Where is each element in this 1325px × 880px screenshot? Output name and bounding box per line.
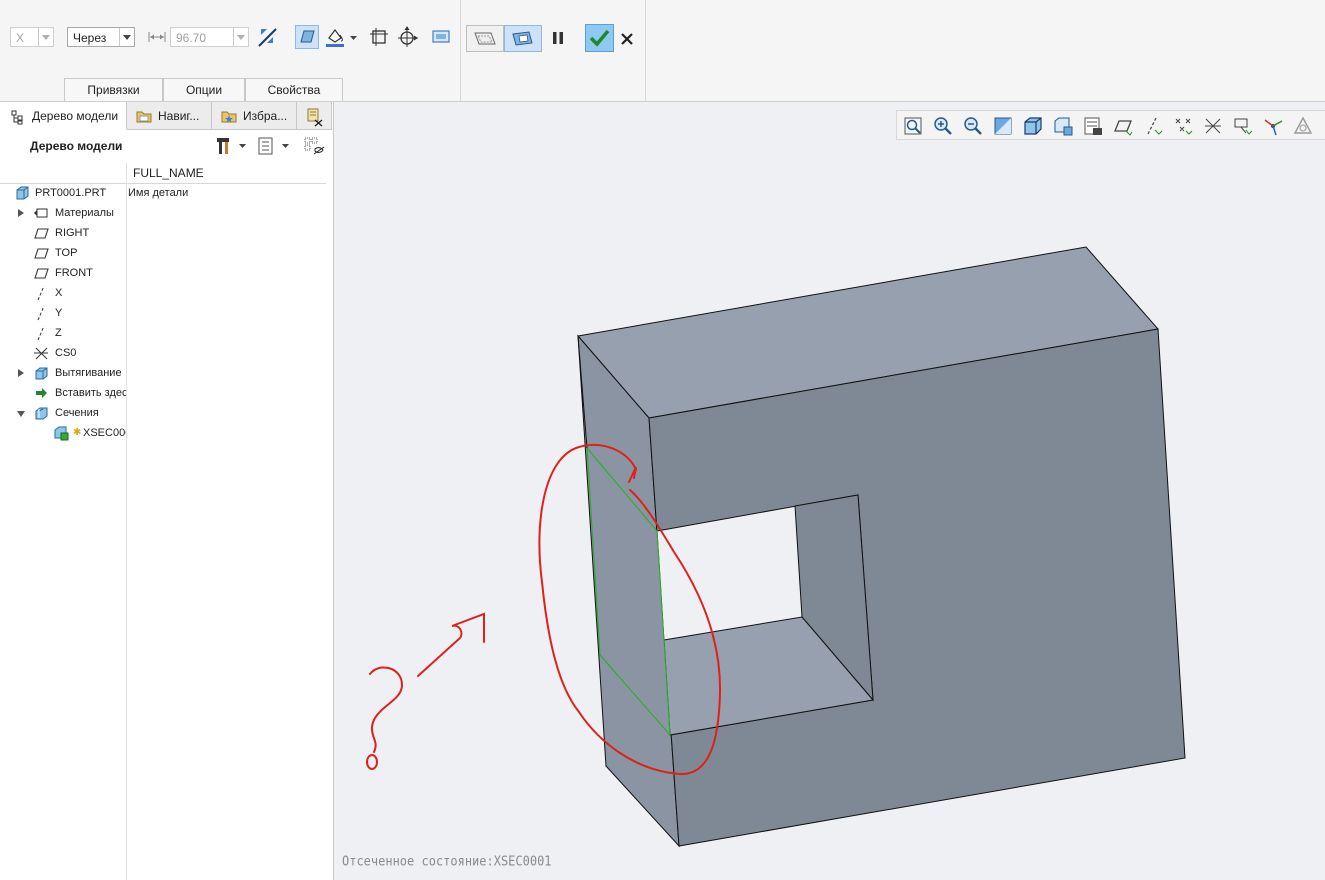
- part-icon: [16, 186, 29, 200]
- tree-item-1[interactable]: Материалы: [0, 203, 126, 223]
- chevron-down-icon: [38, 28, 53, 46]
- materials-icon: [34, 208, 48, 218]
- model-tree-panel: Дерево модели Навиг... Избра... Дерево м…: [0, 102, 334, 880]
- tree-item-7[interactable]: Z: [0, 323, 126, 343]
- expander-icon[interactable]: [18, 369, 24, 377]
- tree-item-6[interactable]: Y: [0, 303, 126, 323]
- new-feature-star-icon: ✱: [73, 427, 82, 438]
- mode-combo[interactable]: Через: [67, 27, 135, 47]
- sections-icon: [35, 407, 48, 420]
- close-icon[interactable]: [620, 32, 634, 46]
- datum-axis-icon: [37, 325, 45, 341]
- geometry-check-icon: [474, 32, 496, 45]
- expander-icon[interactable]: [17, 411, 25, 417]
- tab-navigator[interactable]: Навиг...: [127, 102, 212, 130]
- axis-combo[interactable]: X: [10, 27, 54, 47]
- tab-properties[interactable]: Свойства: [245, 78, 343, 101]
- cap-surfaces-button[interactable]: [295, 25, 319, 49]
- panel-title: Дерево модели: [30, 139, 123, 153]
- feature-preview-icon: [512, 31, 533, 46]
- model-tree-icon: [11, 110, 23, 125]
- clip-component-icon[interactable]: [368, 26, 390, 48]
- tree-item-xsec[interactable]: ✱ XSEC0001: [0, 423, 126, 443]
- tree-item-11[interactable]: Сечения: [0, 403, 126, 423]
- section-status-text: Отсеченное состояние:XSEC0001: [342, 853, 552, 869]
- cap-surface-icon: [300, 30, 315, 43]
- tree-item-5[interactable]: X: [0, 283, 126, 303]
- column-header-full-name[interactable]: FULL_NAME: [133, 166, 204, 180]
- datum-plane-icon: [34, 228, 49, 239]
- chevron-down-icon: [119, 28, 134, 46]
- tree-item-3[interactable]: TOP: [0, 243, 126, 263]
- tree-item-10[interactable]: Вставить здесь: [0, 383, 126, 403]
- preview-icon[interactable]: [430, 27, 452, 47]
- flip-direction-icon[interactable]: [255, 25, 279, 49]
- settings-tools-icon[interactable]: [213, 135, 235, 157]
- column-divider[interactable]: [126, 163, 127, 880]
- tree-item-9[interactable]: Вытягивание: [0, 363, 126, 383]
- tab-references[interactable]: Привязки: [64, 78, 163, 101]
- ribbon: X Через 96.70 Привязки Опции Свойства: [0, 0, 1325, 102]
- ok-button[interactable]: [585, 24, 614, 52]
- expander-icon[interactable]: [18, 209, 24, 217]
- tab-layers[interactable]: [297, 102, 332, 130]
- tree-item-4[interactable]: FRONT: [0, 263, 126, 283]
- tree-filters-icon[interactable]: [302, 135, 326, 159]
- chevron-down-icon[interactable]: [349, 34, 359, 42]
- datum-plane-icon: [34, 248, 49, 259]
- pause-icon[interactable]: [550, 30, 566, 46]
- tab-model-tree[interactable]: Дерево модели: [0, 102, 127, 130]
- datum-axis-icon: [37, 285, 45, 301]
- tree-item-8[interactable]: CS0: [0, 343, 126, 363]
- chevron-down-icon: [233, 28, 248, 46]
- dragger-icon[interactable]: [396, 25, 420, 49]
- tab-options[interactable]: Опции: [163, 78, 245, 101]
- feature-preview-button[interactable]: [504, 25, 542, 52]
- geometry-preview-button[interactable]: [466, 25, 504, 52]
- insert-here-icon: [36, 388, 47, 398]
- chevron-down-icon[interactable]: [281, 142, 291, 150]
- checkmark-icon: [589, 29, 610, 47]
- layers-settings-icon: [307, 108, 323, 127]
- favorites-folder-icon: [221, 111, 237, 123]
- tab-favorites[interactable]: Избра...: [212, 102, 297, 130]
- graphics-viewport[interactable]: Отсеченное состояние:XSEC0001: [334, 102, 1325, 880]
- tree-item-2[interactable]: RIGHT: [0, 223, 126, 243]
- model-canvas[interactable]: [334, 102, 1325, 880]
- offset-value-field[interactable]: 96.70: [170, 27, 249, 47]
- offset-distance-icon: [148, 32, 166, 42]
- datum-axis-icon: [37, 305, 45, 321]
- cap-color-icon[interactable]: [323, 25, 347, 49]
- chevron-down-icon[interactable]: [238, 142, 248, 150]
- tree-root-row[interactable]: PRT0001.PRT: [0, 183, 126, 203]
- coordinate-system-icon: [34, 347, 48, 360]
- root-full-name: Имя детали: [128, 187, 189, 199]
- extrude-icon: [35, 367, 48, 380]
- show-options-icon[interactable]: [256, 136, 276, 156]
- section-feature-icon: [54, 426, 69, 441]
- folder-navigator-icon: [136, 111, 152, 123]
- datum-plane-icon: [34, 268, 49, 279]
